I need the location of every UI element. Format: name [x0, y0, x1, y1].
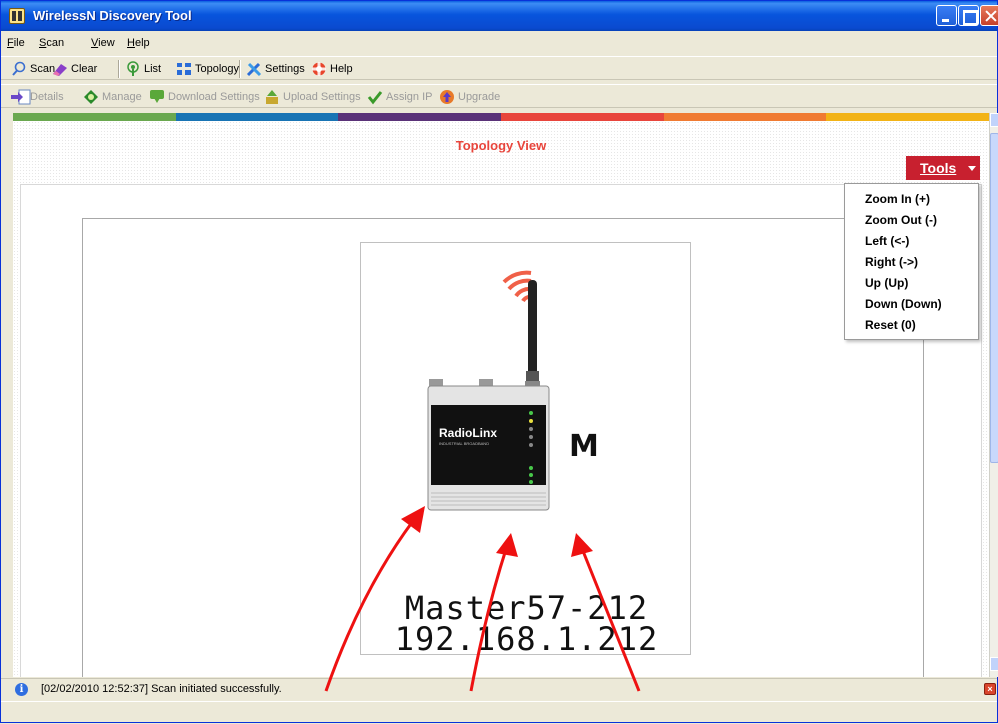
menu-view[interactable]: View	[91, 37, 115, 49]
tools-label: Tools	[920, 160, 957, 176]
menu-pan-right[interactable]: Right (->)	[845, 252, 978, 273]
bottom-bar	[1, 701, 997, 722]
eraser-icon	[52, 61, 68, 77]
list-label: List	[144, 63, 162, 75]
color-stripe	[13, 113, 990, 121]
dismiss-status-button[interactable]: ×	[984, 683, 996, 695]
menu-reset[interactable]: Reset (0)	[845, 315, 978, 336]
minimize-button[interactable]	[936, 5, 957, 26]
tools-button[interactable]: Tools	[906, 156, 980, 180]
maximize-button[interactable]	[958, 5, 979, 26]
device-node[interactable]: RadioLinx INDUSTRIAL BROADBAND M Master5…	[360, 242, 691, 658]
download-settings-label: Download Settings	[168, 91, 260, 103]
topology-canvas[interactable]: RadioLinx INDUSTRIAL BROADBAND M Master5…	[20, 184, 982, 677]
magnifier-icon	[11, 61, 27, 77]
tools-dropdown-menu: Zoom In (+) Zoom Out (-) Left (<-) Right…	[844, 183, 979, 340]
scroll-down-icon[interactable]	[990, 657, 998, 671]
menu-pan-up[interactable]: Up (Up)	[845, 273, 978, 294]
menu-help[interactable]: Help	[127, 37, 150, 49]
signal-icon	[502, 270, 532, 303]
tools-icon	[246, 61, 262, 77]
assign-ip-button[interactable]: Assign IP	[367, 88, 432, 106]
device-brand: RadioLinx	[439, 426, 498, 440]
app-window: WirelessN Discovery Tool File Scan View …	[0, 0, 998, 723]
vertical-scrollbar[interactable]	[989, 113, 998, 677]
stripe-segment	[826, 113, 990, 121]
menu-bar: File Scan View Help	[1, 34, 997, 54]
checkmark-icon	[367, 89, 383, 105]
stripe-segment	[13, 113, 176, 121]
topology-icon	[176, 61, 192, 77]
toolbar-separator	[239, 60, 241, 78]
list-button[interactable]: List	[125, 60, 161, 78]
title-bar[interactable]: WirelessN Discovery Tool	[1, 1, 998, 31]
window-title: WirelessN Discovery Tool	[33, 8, 192, 23]
manage-label: Manage	[102, 91, 142, 103]
help-button[interactable]: Help	[311, 60, 353, 78]
device-toolbar: Details Manage Download Settings Upload …	[1, 84, 997, 108]
status-bar: i [02/02/2010 12:52:37] Scan initiated s…	[1, 678, 997, 699]
scroll-up-icon[interactable]	[990, 113, 998, 127]
toolbar-separator	[118, 60, 120, 78]
stripe-segment	[663, 113, 827, 121]
settings-button[interactable]: Settings	[246, 60, 305, 78]
settings-label: Settings	[265, 63, 305, 75]
upload-settings-label: Upload Settings	[283, 91, 361, 103]
details-button[interactable]: Details	[11, 88, 64, 106]
help-label: Help	[330, 63, 353, 75]
assign-ip-label: Assign IP	[386, 91, 433, 103]
lifebuoy-icon	[311, 61, 327, 77]
info-icon: i	[15, 683, 28, 696]
details-label: Details	[30, 91, 64, 103]
device-role-badge: M	[569, 429, 599, 464]
menu-file[interactable]: File	[7, 37, 25, 49]
scan-button[interactable]: Scan	[11, 60, 55, 78]
topology-view: Topology View Tools RadioLinx INDUSTRIAL…	[13, 121, 989, 677]
close-button[interactable]	[980, 5, 998, 26]
topology-button[interactable]: Topology	[176, 60, 239, 78]
caret-down-icon	[968, 166, 976, 171]
status-message: [02/02/2010 12:52:37] Scan initiated suc…	[41, 683, 282, 695]
topology-inner-frame: RadioLinx INDUSTRIAL BROADBAND M Master5…	[82, 218, 924, 677]
menu-zoom-out[interactable]: Zoom Out (-)	[845, 210, 978, 231]
upload-icon	[264, 89, 280, 105]
device-brand-sub: INDUSTRIAL BROADBAND	[439, 441, 490, 446]
manage-button[interactable]: Manage	[83, 88, 142, 106]
download-icon	[149, 89, 165, 105]
topology-label: Topology	[195, 63, 240, 75]
menu-zoom-in[interactable]: Zoom In (+)	[845, 189, 978, 210]
upload-settings-button[interactable]: Upload Settings	[264, 88, 361, 106]
menu-pan-left[interactable]: Left (<-)	[845, 231, 978, 252]
clear-button[interactable]: Clear	[52, 60, 97, 78]
menu-pan-down[interactable]: Down (Down)	[845, 294, 978, 315]
clear-label: Clear	[71, 63, 98, 75]
upgrade-label: Upgrade	[458, 91, 501, 103]
main-toolbar: Scan Clear List Topology Settings Help	[1, 56, 997, 80]
antenna-icon	[125, 61, 141, 77]
stripe-segment	[501, 113, 664, 121]
device-ip: 192.168.1.212	[394, 620, 659, 658]
upgrade-button[interactable]: Upgrade	[439, 88, 500, 106]
scroll-thumb[interactable]	[990, 133, 998, 463]
app-icon	[9, 8, 25, 24]
download-settings-button[interactable]: Download Settings	[149, 88, 260, 106]
manage-icon	[83, 89, 99, 105]
page-title: Topology View	[455, 138, 547, 153]
stripe-segment	[338, 113, 502, 121]
menu-scan[interactable]: Scan	[39, 37, 64, 49]
details-icon	[11, 89, 31, 105]
stripe-segment	[175, 113, 339, 121]
upgrade-icon	[439, 89, 455, 105]
